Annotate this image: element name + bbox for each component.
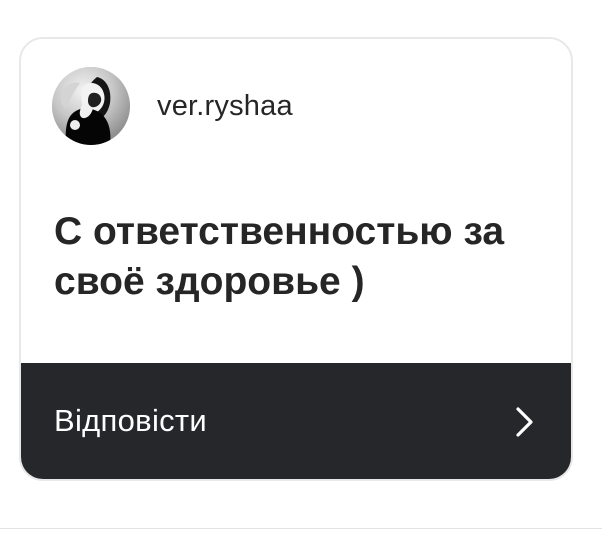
chevron-right-icon (516, 407, 533, 437)
message-text: С ответственностью за своё здоровье ) (54, 210, 505, 303)
reply-label: Відповісти (54, 403, 208, 438)
bottom-divider (0, 528, 602, 529)
story-reply-card: ver.ryshaa С ответственностью за своё зд… (19, 37, 573, 481)
avatar-photo-icon (52, 67, 130, 145)
username[interactable]: ver.ryshaa (157, 90, 293, 123)
user-row[interactable]: ver.ryshaa (52, 67, 293, 145)
story-reply-screen: ver.ryshaa С ответственностью за своё зд… (0, 0, 602, 536)
reply-button[interactable]: Відповісти (21, 363, 571, 479)
message-section: ver.ryshaa С ответственностью за своё зд… (21, 39, 571, 367)
avatar[interactable] (52, 67, 130, 145)
